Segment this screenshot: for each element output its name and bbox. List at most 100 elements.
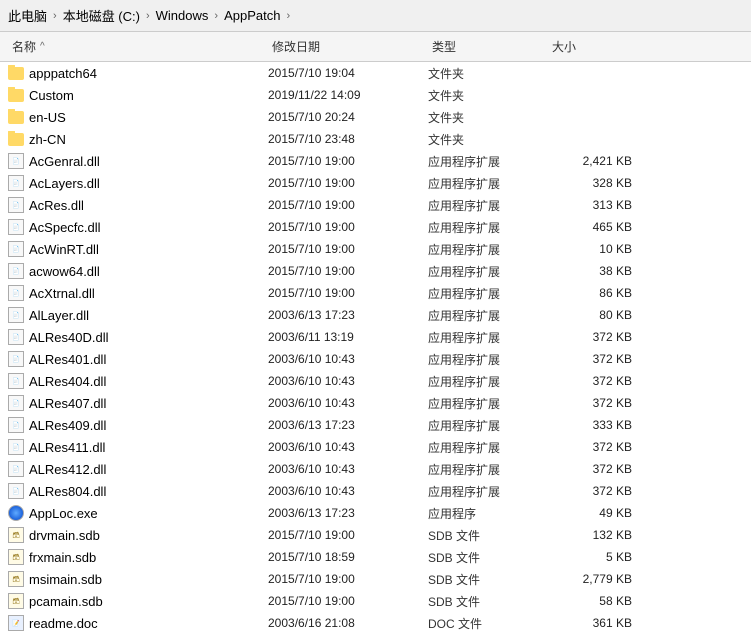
dll-icon: 📄 [8, 307, 24, 323]
table-row[interactable]: 📄 AcWinRT.dll 2015/7/10 19:00 应用程序扩展 10 … [0, 238, 751, 260]
file-name-text: Custom [29, 88, 74, 103]
table-row[interactable]: 📄 AcGenral.dll 2015/7/10 19:00 应用程序扩展 2,… [0, 150, 751, 172]
table-row[interactable]: 📄 AcRes.dll 2015/7/10 19:00 应用程序扩展 313 K… [0, 194, 751, 216]
file-size-cell: 58 KB [548, 594, 648, 608]
table-row[interactable]: 🗃 frxmain.sdb 2015/7/10 18:59 SDB 文件 5 K… [0, 546, 751, 568]
file-name-cell: 📄 AlLayer.dll [8, 307, 268, 323]
breadcrumb-windows[interactable]: Windows [156, 8, 209, 23]
table-row[interactable]: 📄 ALRes409.dll 2003/6/13 17:23 应用程序扩展 33… [0, 414, 751, 436]
file-name-text: AcWinRT.dll [29, 242, 99, 257]
table-row[interactable]: 🗃 drvmain.sdb 2015/7/10 19:00 SDB 文件 132… [0, 524, 751, 546]
table-row[interactable]: 📄 ALRes404.dll 2003/6/10 10:43 应用程序扩展 37… [0, 370, 751, 392]
file-date-cell: 2003/6/13 17:23 [268, 308, 428, 322]
file-type-cell: 应用程序扩展 [428, 285, 548, 302]
table-row[interactable]: en-US 2015/7/10 20:24 文件夹 [0, 106, 751, 128]
table-row[interactable]: 📄 ALRes401.dll 2003/6/10 10:43 应用程序扩展 37… [0, 348, 751, 370]
table-row[interactable]: 🗃 pcamain.sdb 2015/7/10 19:00 SDB 文件 58 … [0, 590, 751, 612]
table-row[interactable]: 📄 ALRes804.dll 2003/6/10 10:43 应用程序扩展 37… [0, 480, 751, 502]
dll-icon: 📄 [8, 373, 24, 389]
file-name-text: pcamain.sdb [29, 594, 103, 609]
table-row[interactable]: 🗃 msimain.sdb 2015/7/10 19:00 SDB 文件 2,7… [0, 568, 751, 590]
table-row[interactable]: 📄 ALRes412.dll 2003/6/10 10:43 应用程序扩展 37… [0, 458, 751, 480]
file-date-cell: 2015/7/10 19:00 [268, 198, 428, 212]
header-date[interactable]: 修改日期 [268, 36, 428, 57]
sdb-icon: 🗃 [8, 571, 24, 587]
file-name-cell: 📄 AcRes.dll [8, 197, 268, 213]
file-name-cell: 📄 ALRes804.dll [8, 483, 268, 499]
file-name-cell: 📄 ALRes401.dll [8, 351, 268, 367]
file-date-cell: 2003/6/10 10:43 [268, 352, 428, 366]
file-type-cell: 应用程序扩展 [428, 351, 548, 368]
file-name-text: ALRes407.dll [29, 396, 106, 411]
table-row[interactable]: 📄 acwow64.dll 2015/7/10 19:00 应用程序扩展 38 … [0, 260, 751, 282]
table-row[interactable]: 📝 readme.doc 2003/6/16 21:08 DOC 文件 361 … [0, 612, 751, 634]
file-date-cell: 2015/7/10 19:00 [268, 176, 428, 190]
file-name-text: AcLayers.dll [29, 176, 100, 191]
table-row[interactable]: 📄 AlLayer.dll 2003/6/13 17:23 应用程序扩展 80 … [0, 304, 751, 326]
file-name-text: ALRes412.dll [29, 462, 106, 477]
file-type-cell: 应用程序扩展 [428, 417, 548, 434]
breadcrumb-apppatch[interactable]: AppPatch [224, 8, 280, 23]
folder-icon [8, 109, 24, 125]
file-size-cell: 10 KB [548, 242, 648, 256]
file-date-cell: 2003/6/13 17:23 [268, 418, 428, 432]
file-name-cell: AppLoc.exe [8, 505, 268, 521]
folder-icon [8, 87, 24, 103]
table-row[interactable]: 📄 ALRes407.dll 2003/6/10 10:43 应用程序扩展 37… [0, 392, 751, 414]
file-type-cell: 应用程序扩展 [428, 439, 548, 456]
file-size-cell: 328 KB [548, 176, 648, 190]
header-name[interactable]: 名称 ^ [8, 36, 268, 57]
file-date-cell: 2003/6/10 10:43 [268, 396, 428, 410]
file-date-cell: 2019/11/22 14:09 [268, 88, 428, 102]
table-row[interactable]: zh-CN 2015/7/10 23:48 文件夹 [0, 128, 751, 150]
table-row[interactable]: Custom 2019/11/22 14:09 文件夹 [0, 84, 751, 106]
header-type[interactable]: 类型 [428, 36, 548, 57]
table-row[interactable]: apppatch64 2015/7/10 19:04 文件夹 [0, 62, 751, 84]
file-name-text: AcXtrnal.dll [29, 286, 95, 301]
file-name-text: frxmain.sdb [29, 550, 96, 565]
file-type-cell: 文件夹 [428, 65, 548, 82]
file-name-cell: 📄 AcLayers.dll [8, 175, 268, 191]
sep-1: › [53, 10, 57, 22]
file-name-cell: 📄 ALRes404.dll [8, 373, 268, 389]
file-date-cell: 2015/7/10 19:00 [268, 242, 428, 256]
file-size-cell: 132 KB [548, 528, 648, 542]
file-name-cell: 🗃 drvmain.sdb [8, 527, 268, 543]
dll-icon: 📄 [8, 351, 24, 367]
dll-icon: 📄 [8, 285, 24, 301]
table-row[interactable]: 📄 AcLayers.dll 2015/7/10 19:00 应用程序扩展 32… [0, 172, 751, 194]
file-date-cell: 2015/7/10 19:00 [268, 286, 428, 300]
file-name-text: ALRes404.dll [29, 374, 106, 389]
breadcrumb-c[interactable]: 本地磁盘 (C:) [63, 6, 140, 25]
dll-icon: 📄 [8, 241, 24, 257]
file-rows-container: apppatch64 2015/7/10 19:04 文件夹 Custom 20… [0, 62, 751, 636]
dll-icon: 📄 [8, 461, 24, 477]
dll-icon: 📄 [8, 175, 24, 191]
header-size[interactable]: 大小 [548, 36, 648, 57]
table-row[interactable]: 📄 ALRes411.dll 2003/6/10 10:43 应用程序扩展 37… [0, 436, 751, 458]
breadcrumb-this-pc[interactable]: 此电脑 [8, 6, 47, 25]
file-name-text: AcRes.dll [29, 198, 84, 213]
file-date-cell: 2003/6/16 21:08 [268, 616, 428, 630]
file-size-cell: 372 KB [548, 374, 648, 388]
file-size-cell: 313 KB [548, 198, 648, 212]
file-type-cell: 应用程序 [428, 505, 548, 522]
sdb-icon: 🗃 [8, 549, 24, 565]
file-type-cell: SDB 文件 [428, 549, 548, 566]
table-row[interactable]: AppLoc.exe 2003/6/13 17:23 应用程序 49 KB [0, 502, 751, 524]
file-type-cell: 应用程序扩展 [428, 241, 548, 258]
table-row[interactable]: 📄 AcSpecfc.dll 2015/7/10 19:00 应用程序扩展 46… [0, 216, 751, 238]
file-name-text: msimain.sdb [29, 572, 102, 587]
file-name-cell: apppatch64 [8, 65, 268, 81]
file-size-cell: 80 KB [548, 308, 648, 322]
file-type-cell: 应用程序扩展 [428, 263, 548, 280]
file-name-text: AlLayer.dll [29, 308, 89, 323]
table-row[interactable]: 📄 AcXtrnal.dll 2015/7/10 19:00 应用程序扩展 86… [0, 282, 751, 304]
file-name-text: ALRes40D.dll [29, 330, 109, 345]
file-list-container: 名称 ^ 修改日期 类型 大小 apppatch64 2015/7/10 19:… [0, 32, 751, 636]
file-name-text: en-US [29, 110, 66, 125]
file-size-cell: 361 KB [548, 616, 648, 630]
file-name-cell: 📄 AcSpecfc.dll [8, 219, 268, 235]
file-type-cell: 应用程序扩展 [428, 197, 548, 214]
table-row[interactable]: 📄 ALRes40D.dll 2003/6/11 13:19 应用程序扩展 37… [0, 326, 751, 348]
